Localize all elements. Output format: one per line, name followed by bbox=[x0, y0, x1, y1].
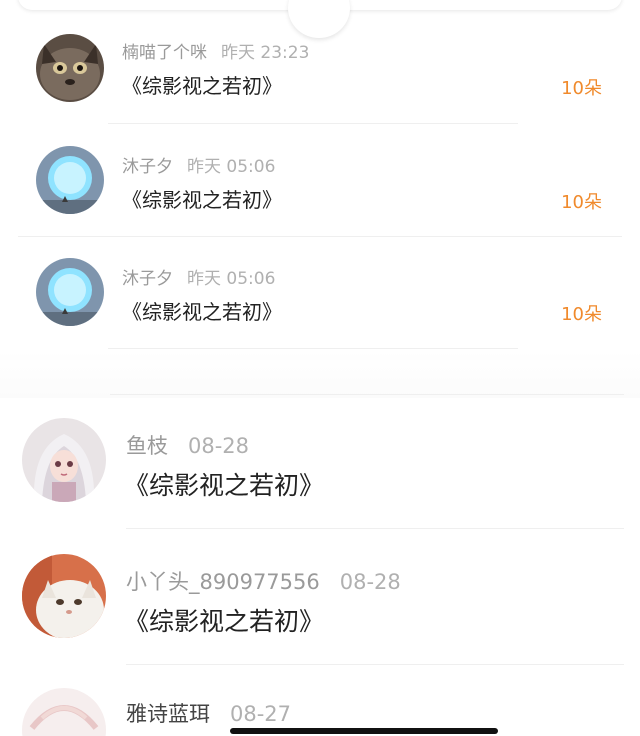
username[interactable]: 沐子夕 bbox=[122, 157, 173, 177]
comment-meta: 鱼枝 08-28 bbox=[126, 430, 249, 460]
avatar[interactable] bbox=[36, 146, 104, 214]
timestamp: 昨天 05:06 bbox=[187, 157, 276, 177]
username[interactable]: 沐子夕 bbox=[122, 269, 173, 289]
comment-text[interactable]: 《综影视之若初》 bbox=[122, 296, 282, 325]
comment-row[interactable]: 鱼枝 08-28 《综影视之若初》 bbox=[0, 410, 640, 534]
timestamp: 08-28 bbox=[188, 434, 250, 458]
divider bbox=[126, 664, 624, 665]
flower-count: 10朵 bbox=[561, 78, 602, 99]
anime-girl-avatar-icon bbox=[22, 418, 106, 502]
moon-avatar-icon bbox=[36, 146, 104, 214]
comment-meta: 沐子夕 昨天 05:06 bbox=[122, 152, 275, 177]
divider bbox=[108, 348, 518, 349]
avatar[interactable] bbox=[22, 554, 106, 638]
comment-text[interactable]: 《综影视之若初》 bbox=[122, 184, 282, 213]
comment-row[interactable]: 小丫头_890977556 08-28 《综影视之若初》 bbox=[0, 546, 640, 670]
avatar[interactable] bbox=[36, 258, 104, 326]
kitten-avatar-icon bbox=[22, 554, 106, 638]
comment-row[interactable]: 沐子夕 昨天 05:06 《综影视之若初》 10朵 bbox=[0, 252, 640, 349]
username[interactable]: 雅诗蓝珥 bbox=[126, 702, 210, 726]
comment-meta: 小丫头_890977556 08-28 bbox=[126, 566, 401, 596]
divider bbox=[126, 528, 624, 529]
comment-row[interactable]: 楠喵了个咪 昨天 23:23 《综影视之若初》 10朵 bbox=[0, 28, 640, 124]
section-gap bbox=[0, 350, 640, 398]
flower-count: 10朵 bbox=[561, 192, 602, 213]
comment-row[interactable]: 沐子夕 昨天 05:06 《综影视之若初》 10朵 bbox=[0, 140, 640, 237]
username[interactable]: 楠喵了个咪 bbox=[122, 43, 207, 63]
comment-text[interactable]: 《综影视之若初》 bbox=[124, 602, 324, 638]
divider bbox=[18, 236, 622, 237]
comment-meta: 楠喵了个咪 昨天 23:23 bbox=[122, 38, 309, 63]
comment-text[interactable]: 《综影视之若初》 bbox=[122, 70, 282, 99]
username[interactable]: 鱼枝 bbox=[126, 434, 168, 458]
cat-avatar-icon bbox=[36, 34, 104, 102]
anime-avatar-icon bbox=[22, 688, 106, 736]
home-indicator[interactable] bbox=[230, 728, 498, 734]
timestamp: 08-27 bbox=[230, 702, 292, 726]
comment-meta: 沐子夕 昨天 05:06 bbox=[122, 264, 275, 289]
comment-meta: 雅诗蓝珥 08-27 bbox=[126, 698, 291, 728]
comment-text[interactable]: 《综影视之若初》 bbox=[124, 466, 324, 502]
flower-count: 10朵 bbox=[561, 304, 602, 325]
avatar[interactable] bbox=[36, 34, 104, 102]
avatar[interactable] bbox=[22, 688, 106, 736]
username[interactable]: 小丫头_890977556 bbox=[126, 570, 320, 594]
divider bbox=[108, 123, 518, 124]
timestamp: 昨天 23:23 bbox=[221, 43, 310, 63]
timestamp: 昨天 05:06 bbox=[187, 269, 276, 289]
divider bbox=[110, 394, 624, 395]
avatar[interactable] bbox=[22, 418, 106, 502]
moon-avatar-icon bbox=[36, 258, 104, 326]
timestamp: 08-28 bbox=[339, 570, 401, 594]
